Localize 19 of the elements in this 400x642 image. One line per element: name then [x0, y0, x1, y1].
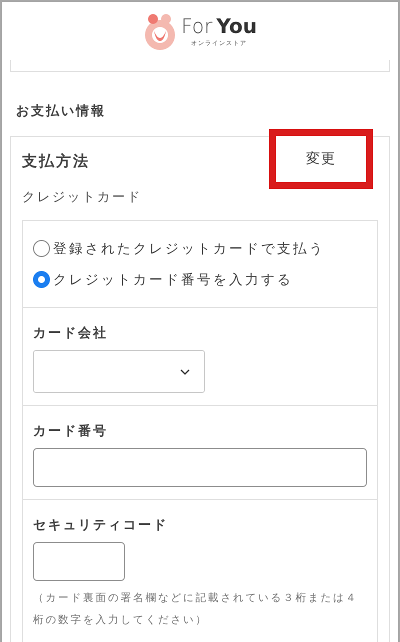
logo-text: You	[216, 14, 257, 36]
field-label: カード番号	[33, 423, 109, 440]
logo-text: For	[181, 14, 212, 36]
field-label: カード会社	[33, 325, 109, 342]
change-button[interactable]: 変更	[269, 129, 373, 189]
radio-button[interactable]	[33, 271, 50, 288]
payment-method: クレジットカード	[22, 189, 143, 206]
radio-button[interactable]	[33, 240, 50, 257]
logo-icon	[143, 11, 178, 51]
card-title: 支払方法	[22, 152, 90, 170]
radio-label[interactable]: 登録されたクレジットカードで支払う	[53, 240, 325, 258]
input-field[interactable]	[33, 542, 125, 581]
input-field[interactable]	[33, 448, 367, 487]
field-label: セキュリティコード	[33, 517, 169, 534]
select-field[interactable]	[33, 350, 205, 393]
section-title: お支払い情報	[16, 103, 107, 120]
chevron-down-icon	[180, 368, 190, 374]
field-note: （カード裏面の署名欄などに記載されている３桁または４桁の数字を入力してください）	[33, 591, 359, 628]
radio-label[interactable]: クレジットカード番号を入力する	[53, 270, 293, 288]
